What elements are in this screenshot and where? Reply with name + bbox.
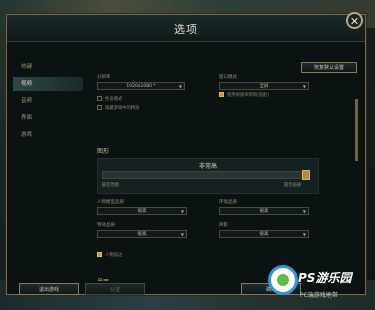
colorblind-label: 色盲模式 <box>105 97 123 102</box>
exit-game-button[interactable]: 退出游戏 <box>19 283 79 295</box>
effects-quality-label: 特效品质 <box>97 223 115 228</box>
effects-quality-value: 很高 <box>137 232 147 237</box>
resolution-select[interactable]: 1920x1080 * ▼ <box>97 82 185 90</box>
restore-defaults-button[interactable]: 恢复默认设置 <box>301 62 357 73</box>
video-settings-panel: 恢复默认设置 分辨率 1920x1080 * ▼ 窗口模式 全屏 ▼ 色盲模式 … <box>89 56 359 281</box>
dialog-titlebar: 选项 <box>7 15 365 42</box>
window-mode-value: 全屏 <box>259 84 269 89</box>
resolution-value: 1920x1080 * <box>126 84 156 89</box>
shadows-label: 阴影 <box>219 223 228 228</box>
dialog-title: 选项 <box>174 23 198 36</box>
colorblind-checkbox[interactable] <box>97 96 102 101</box>
chevron-down-icon: ▼ <box>302 232 306 237</box>
graphics-level-text: 非常高 <box>198 163 217 170</box>
options-dialog: 选项 热键 视频 音频 界面 游戏 恢复默认设置 分辨率 1920x1080 *… <box>6 14 366 295</box>
chevron-down-icon: ▼ <box>302 84 306 89</box>
effects-quality-select[interactable]: 很高 ▼ <box>97 230 187 238</box>
graphics-quality-box: 非常高 最佳性能 最佳画质 <box>97 158 319 194</box>
graphics-slider-handle[interactable] <box>302 170 310 180</box>
sidebar-item-video[interactable]: 视频 <box>13 77 83 91</box>
watermark-subtext: PC端游戏地带 <box>300 292 338 299</box>
chevron-down-icon: ▼ <box>180 232 184 237</box>
character-quality-select[interactable]: 很高 ▼ <box>97 207 187 215</box>
confirm-button[interactable]: 认证 <box>85 283 145 295</box>
frame-limit-checkbox[interactable] <box>219 92 224 97</box>
window-mode-select[interactable]: 全屏 ▼ <box>219 82 309 90</box>
graphics-slider-track[interactable] <box>102 171 308 179</box>
hide-effects-checkbox[interactable] <box>97 105 102 110</box>
close-button[interactable]: ✕ <box>346 12 363 29</box>
watermark-circle-icon <box>268 265 298 295</box>
character-ink-checkbox[interactable] <box>97 252 102 257</box>
close-icon: ✕ <box>349 15 360 28</box>
interface-section-title: 界面 <box>97 277 109 281</box>
slider-left-label: 最佳性能 <box>102 183 120 188</box>
chevron-down-icon: ▼ <box>180 209 184 214</box>
character-ink-label: 人物描边 <box>105 253 123 258</box>
hide-effects-label: 隐藏游戏中的特效 <box>105 106 140 111</box>
chevron-down-icon: ▼ <box>302 209 306 214</box>
character-quality-label: 人物模型品质 <box>97 200 124 205</box>
watermark-dot-icon <box>277 274 289 286</box>
sidebar-item-hotkeys[interactable]: 热键 <box>13 60 83 74</box>
chevron-down-icon: ▼ <box>178 84 182 89</box>
environment-quality-label: 环境品质 <box>219 200 237 205</box>
watermark-logo: PS游乐园 PC端游戏地带 <box>268 263 372 307</box>
window-mode-label: 窗口模式 <box>219 75 237 80</box>
shadows-value: 很高 <box>259 232 269 237</box>
environment-quality-value: 很高 <box>259 209 269 214</box>
resolution-label: 分辨率 <box>97 75 111 80</box>
sidebar-item-game[interactable]: 游戏 <box>13 128 83 142</box>
watermark-text: PS游乐园 <box>298 271 352 285</box>
graphics-section-title: 图形 <box>97 148 110 155</box>
content-scrollbar[interactable] <box>355 99 358 161</box>
shadows-select[interactable]: 很高 ▼ <box>219 230 309 238</box>
character-quality-value: 很高 <box>137 209 147 214</box>
slider-right-label: 最佳画质 <box>284 183 302 188</box>
environment-quality-select[interactable]: 很高 ▼ <box>219 207 309 215</box>
sidebar-item-audio[interactable]: 音频 <box>13 94 83 108</box>
options-sidebar: 热键 视频 音频 界面 游戏 <box>13 56 83 278</box>
frame-limit-label: 使用帧速率限制(低配) <box>227 93 270 98</box>
sidebar-item-interface[interactable]: 界面 <box>13 111 83 125</box>
